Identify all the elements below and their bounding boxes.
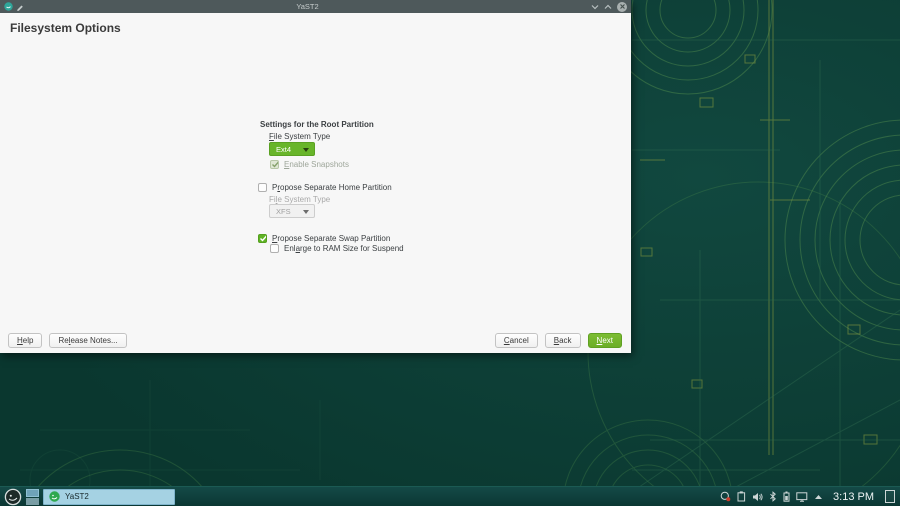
clock[interactable]: 3:13 PM: [833, 491, 874, 503]
check-icon: [271, 160, 278, 169]
close-button[interactable]: [617, 2, 627, 12]
checkbox-box: [258, 234, 267, 243]
home-fs-type-label: File System Type: [269, 195, 330, 204]
taskbar-task-yast2[interactable]: YaST2: [43, 489, 175, 505]
window-title: YaST2: [24, 2, 591, 11]
dialog-button-row: Help Release Notes... Cancel Back Next: [8, 333, 622, 348]
root-fs-type-value: Ext4: [276, 145, 291, 154]
desktop-1[interactable]: [26, 489, 39, 497]
window-titlebar[interactable]: YaST2: [0, 0, 631, 13]
expand-tray-icon[interactable]: [814, 494, 823, 500]
home-fs-type-value: XFS: [276, 207, 291, 216]
home-fs-type-select: XFS: [269, 204, 315, 218]
checkbox-box: [258, 183, 267, 192]
page-title: Filesystem Options: [10, 21, 121, 35]
volume-icon[interactable]: [752, 492, 763, 502]
release-notes-button[interactable]: Release Notes...: [49, 333, 126, 348]
propose-home-label: Propose Separate Home Partition: [272, 183, 392, 192]
virtual-desktop-pager[interactable]: [26, 489, 39, 505]
check-icon: [259, 234, 266, 243]
propose-swap-label: Propose Separate Swap Partition: [272, 234, 390, 243]
bluetooth-icon[interactable]: [769, 491, 777, 502]
root-fs-type-label: File System Type: [269, 132, 330, 141]
enlarge-swap-label: Enlarge to RAM Size for Suspend: [284, 244, 404, 253]
software-updates-icon[interactable]: [720, 491, 731, 502]
taskbar: YaST2: [0, 486, 900, 506]
back-button[interactable]: Back: [545, 333, 581, 348]
chevron-down-icon: [303, 148, 309, 152]
cancel-button[interactable]: Cancel: [495, 333, 538, 348]
show-desktop-button[interactable]: [885, 490, 895, 503]
chevron-up-icon: [604, 4, 612, 10]
edit-icon: [16, 3, 24, 11]
display-icon[interactable]: [796, 492, 808, 502]
opensuse-logo-icon: [4, 488, 22, 506]
task-label: YaST2: [65, 492, 89, 501]
enable-snapshots-label: Enable Snapshots: [284, 160, 349, 169]
checkbox-box: [270, 160, 279, 169]
yast-app-icon: [49, 491, 60, 502]
checkbox-box: [270, 244, 279, 253]
root-section-title: Settings for the Root Partition: [260, 120, 374, 129]
minimize-button[interactable]: [591, 4, 599, 10]
chevron-down-icon: [591, 4, 599, 10]
desktop: YaST2 File: [0, 0, 900, 506]
help-button[interactable]: Help: [8, 333, 42, 348]
propose-home-checkbox[interactable]: Propose Separate Home Partition: [258, 183, 392, 192]
next-button[interactable]: Next: [588, 333, 622, 348]
enable-snapshots-checkbox: Enable Snapshots: [270, 160, 349, 169]
enlarge-swap-checkbox[interactable]: Enlarge to RAM Size for Suspend: [270, 244, 404, 253]
clipboard-icon[interactable]: [737, 491, 746, 502]
yast2-window: YaST2 File: [0, 0, 631, 353]
root-fs-type-select[interactable]: Ext4: [269, 142, 315, 156]
desktop-2[interactable]: [26, 498, 39, 505]
chevron-down-icon: [303, 210, 309, 214]
application-launcher-button[interactable]: [3, 487, 22, 506]
maximize-button[interactable]: [604, 4, 612, 10]
battery-icon[interactable]: [783, 491, 790, 502]
propose-swap-checkbox[interactable]: Propose Separate Swap Partition: [258, 234, 390, 243]
yast-app-icon: [4, 2, 13, 11]
window-content: Filesystem Options Settings for the Root…: [0, 13, 631, 353]
system-tray: 3:13 PM: [720, 490, 897, 503]
close-icon: [618, 2, 627, 11]
